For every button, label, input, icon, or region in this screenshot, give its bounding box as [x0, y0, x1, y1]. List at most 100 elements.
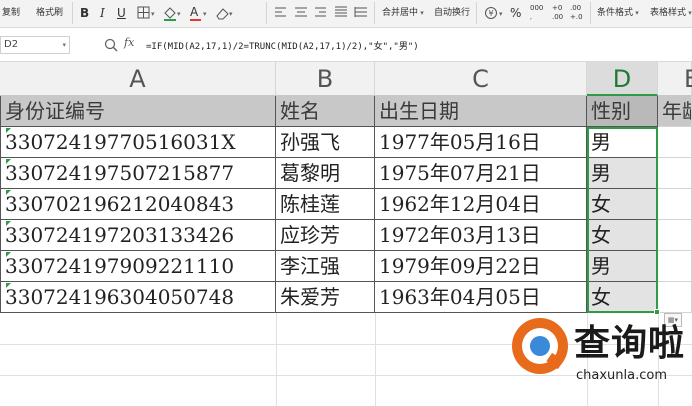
column-header-d[interactable]: D	[587, 62, 658, 96]
header-cell-age[interactable]: 年龄	[658, 96, 692, 127]
cell-id-number[interactable]: 330724197203133426	[0, 220, 276, 251]
ribbon-toolbar: 复制 格式刷 B I U ▾ ▾ A ▾ ▾ 合并居中 ▾ 自动换行 ¥ ▾ % 0…	[0, 0, 692, 28]
cell-birth-date[interactable]: 1977年05月16日	[375, 127, 587, 158]
cell-name[interactable]: 陈桂莲	[276, 189, 375, 220]
cell-gender[interactable]: 女	[587, 220, 658, 251]
decrease-decimal-button[interactable]: .00 +.0	[570, 4, 583, 22]
cell-id-number[interactable]: 330724197909221110	[0, 251, 276, 282]
cell-id-number[interactable]: 330702196212040843	[0, 189, 276, 220]
cell-birth-date[interactable]: 1979年09月22日	[375, 251, 587, 282]
cell-name[interactable]: 葛黎明	[276, 158, 375, 189]
cell-gender[interactable]: 男	[587, 251, 658, 282]
distributed-align-button[interactable]	[354, 4, 368, 22]
svg-text:▾: ▾	[229, 10, 233, 18]
header-cell-birth-date[interactable]: 出生日期	[375, 96, 587, 127]
wrap-text-button[interactable]: 自动换行	[434, 4, 470, 22]
cell-age[interactable]	[658, 251, 692, 282]
eraser-icon: ▾	[216, 8, 233, 20]
svg-text:▾: ▾	[177, 10, 181, 18]
cell-name[interactable]: 孙强飞	[276, 127, 375, 158]
copy-button[interactable]: 复制	[2, 4, 20, 22]
justify-button[interactable]	[334, 4, 348, 22]
formula-input[interactable]: =IF(MID(A2,17,1)/2=TRUNC(MID(A2,17,1)/2)…	[146, 39, 419, 52]
ribbon-divider	[590, 2, 591, 24]
cell-age[interactable]	[658, 189, 692, 220]
cell-id-number[interactable]: 330724197507215877	[0, 158, 276, 189]
cell-id-number[interactable]: 330724196304050748	[0, 282, 276, 313]
fx-button[interactable]: fx	[124, 36, 134, 49]
cell-name[interactable]: 李江强	[276, 251, 375, 282]
logo-icon	[512, 318, 568, 374]
ribbon-divider	[72, 2, 73, 24]
cell-age[interactable]	[658, 127, 692, 158]
font-color-letter: A	[190, 5, 199, 19]
error-indicator-icon[interactable]	[6, 283, 11, 288]
error-indicator-icon[interactable]	[6, 252, 11, 257]
watermark-brand: 查询啦	[574, 323, 686, 364]
currency-icon: ¥ ▾	[485, 7, 503, 19]
zoom-search-icon[interactable]	[103, 37, 119, 53]
align-center-icon	[295, 7, 307, 17]
name-box[interactable]: D2 ▾	[0, 36, 70, 54]
svg-text:▾: ▾	[151, 10, 155, 18]
cell-age[interactable]	[658, 282, 692, 313]
borders-button[interactable]: ▾	[136, 4, 158, 22]
align-left-button[interactable]	[274, 4, 288, 22]
cell-age[interactable]	[658, 220, 692, 251]
conditional-format-button[interactable]: 条件格式 ▾	[597, 4, 639, 22]
bold-button[interactable]: B	[80, 4, 89, 22]
error-indicator-icon[interactable]	[6, 128, 11, 133]
fill-handle[interactable]	[654, 309, 660, 315]
fill-bucket-icon: ▾	[164, 7, 181, 21]
grid-line	[276, 313, 277, 406]
borders-icon: ▾	[137, 6, 155, 19]
ribbon-divider	[266, 2, 267, 24]
svg-text:¥: ¥	[489, 9, 494, 18]
cell-name[interactable]: 应珍芳	[276, 220, 375, 251]
distributed-align-icon	[354, 7, 367, 17]
header-cell-gender[interactable]: 性别	[587, 96, 658, 127]
cell-gender-active[interactable]: 男	[587, 127, 658, 158]
percent-button[interactable]: %	[510, 4, 521, 22]
cell-birth-date[interactable]: 1963年04月05日	[375, 282, 587, 313]
underline-button[interactable]: U	[117, 4, 126, 22]
font-color-icon: A ▾	[190, 5, 207, 21]
format-painter-button[interactable]: 格式刷	[36, 4, 63, 22]
ribbon-divider	[374, 2, 375, 24]
error-indicator-icon[interactable]	[6, 221, 11, 226]
merge-center-button[interactable]: 合并居中 ▾	[382, 4, 424, 22]
column-header-a[interactable]: A	[0, 62, 276, 96]
cell-gender[interactable]: 男	[587, 158, 658, 189]
number-format-button[interactable]: ¥ ▾	[484, 4, 506, 22]
grid-line	[375, 313, 376, 406]
column-header-e[interactable]: E	[658, 62, 692, 96]
clear-button[interactable]: ▾	[214, 4, 236, 22]
table-style-button[interactable]: 表格样式 ▾	[650, 4, 692, 22]
cell-age[interactable]	[658, 158, 692, 189]
cell-gender[interactable]: 女	[587, 189, 658, 220]
italic-button[interactable]: I	[100, 4, 105, 22]
align-right-button[interactable]	[314, 4, 328, 22]
cell-gender[interactable]: 女	[587, 282, 658, 313]
cell-birth-date[interactable]: 1975年07月21日	[375, 158, 587, 189]
align-left-icon	[275, 7, 286, 17]
header-cell-id-number[interactable]: 身份证编号	[0, 96, 276, 127]
column-header-b[interactable]: B	[276, 62, 375, 96]
error-indicator-icon[interactable]	[6, 190, 11, 195]
align-center-button[interactable]	[294, 4, 308, 22]
thousands-separator-button[interactable]: 000,	[530, 4, 543, 22]
justify-icon	[335, 6, 347, 17]
ribbon-divider	[476, 2, 477, 24]
increase-decimal-button[interactable]: +0.00	[552, 4, 563, 22]
header-cell-name[interactable]: 姓名	[276, 96, 375, 127]
cell-birth-date[interactable]: 1972年03月13日	[375, 220, 587, 251]
cell-name[interactable]: 朱爱芳	[276, 282, 375, 313]
cell-id-number[interactable]: 33072419770516031X	[0, 127, 276, 158]
chevron-down-icon[interactable]: ▾	[62, 37, 66, 53]
formula-bar: D2 ▾ fx =IF(MID(A2,17,1)/2=TRUNC(MID(A2,1…	[0, 28, 692, 62]
fill-color-button[interactable]: ▾	[162, 4, 184, 22]
column-header-c[interactable]: C	[375, 62, 587, 96]
font-color-button[interactable]: A ▾	[188, 4, 210, 22]
error-indicator-icon[interactable]	[6, 159, 11, 164]
cell-birth-date[interactable]: 1962年12月04日	[375, 189, 587, 220]
